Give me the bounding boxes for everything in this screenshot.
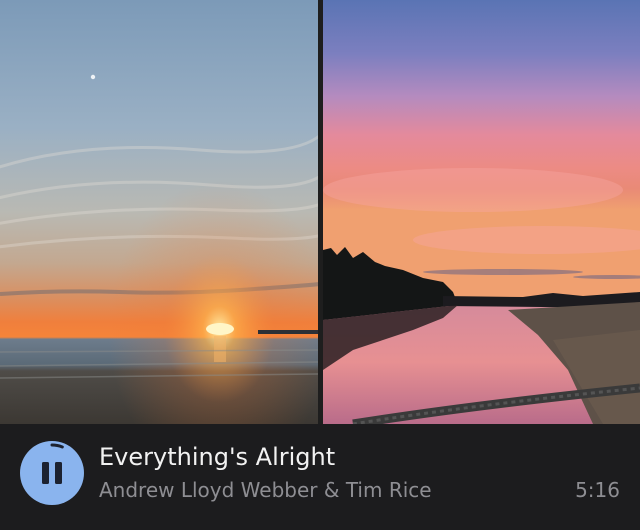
track-duration: 5:16 <box>575 478 620 502</box>
photo-sunset-river[interactable] <box>323 0 640 424</box>
pause-icon <box>41 462 63 484</box>
photo-gallery <box>0 0 640 424</box>
now-playing-bar[interactable]: Everything's Alright Andrew Lloyd Webber… <box>0 424 640 530</box>
pause-button[interactable] <box>20 441 84 505</box>
photo-sunset-beach[interactable] <box>0 0 318 424</box>
screen: Everything's Alright Andrew Lloyd Webber… <box>0 0 640 530</box>
track-title[interactable]: Everything's Alright <box>99 443 335 471</box>
track-artist[interactable]: Andrew Lloyd Webber & Tim Rice <box>99 478 432 502</box>
sunset-beach-image <box>0 0 318 424</box>
sunset-river-image <box>323 0 640 424</box>
